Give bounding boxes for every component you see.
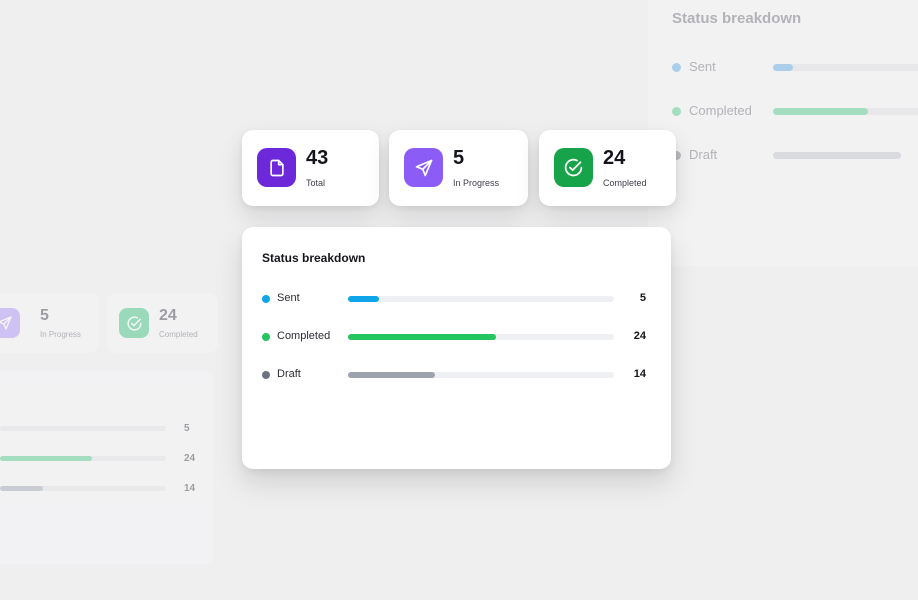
stat-caption: Total (306, 178, 326, 188)
background-stat-value: 24 (159, 307, 177, 324)
progress-fill (0, 486, 43, 491)
background-row-value: 24 (184, 453, 196, 464)
background-breakdown-title: Status breakdown (672, 10, 802, 27)
send-icon (404, 148, 443, 187)
send-icon (0, 308, 20, 338)
progress-track (348, 334, 614, 340)
background-stat-value: 5 (40, 307, 49, 324)
progress-fill (773, 152, 901, 159)
document-icon (257, 148, 296, 187)
stat-value: 5 (453, 147, 465, 169)
background-breakdown-panel-left: 5 24 14 (0, 371, 214, 564)
status-dot (262, 371, 270, 379)
progress-fill (773, 108, 868, 115)
stat-value: 43 (306, 147, 329, 169)
progress-track (0, 456, 166, 461)
status-label: Draft (277, 368, 301, 380)
background-row-value: 5 (184, 423, 190, 434)
stat-card-in-progress[interactable]: 5 In Progress (389, 130, 528, 206)
progress-fill (348, 372, 435, 378)
status-label: Completed (277, 330, 331, 342)
background-card-in-progress: 5 In Progress (0, 293, 99, 353)
background-left-row-draft: 14 (0, 483, 200, 495)
background-left-row-completed: 24 (0, 453, 200, 465)
progress-track (348, 372, 614, 378)
progress-track (0, 486, 166, 491)
progress-fill (0, 456, 92, 461)
progress-fill (348, 334, 496, 340)
background-stat-caption: Completed (159, 330, 198, 339)
progress-fill (348, 296, 379, 302)
background-row-sent: Sent (672, 57, 918, 77)
background-stat-caption: In Progress (40, 330, 81, 339)
status-row-draft[interactable]: Draft 14 (262, 367, 652, 383)
progress-track (0, 426, 166, 431)
stat-value: 24 (603, 147, 626, 169)
status-label: Sent (277, 292, 300, 304)
status-value: 14 (633, 368, 646, 380)
background-card-completed: 24 Completed (107, 293, 218, 353)
status-breakdown-panel: Status breakdown Sent 5 Completed 24 Dra… (242, 227, 671, 469)
background-row-label: Sent (689, 59, 716, 74)
stat-card-total[interactable]: 43 Total (242, 130, 379, 206)
background-row-draft: Draft (672, 145, 918, 165)
status-value: 5 (639, 292, 646, 304)
background-row-label: Completed (689, 103, 752, 118)
stat-caption: In Progress (453, 178, 500, 188)
progress-track (773, 64, 918, 71)
check-circle-icon (119, 308, 149, 338)
status-value: 24 (633, 330, 646, 342)
status-row-sent[interactable]: Sent 5 (262, 291, 652, 307)
stat-caption: Completed (603, 178, 647, 188)
progress-track (773, 108, 918, 115)
background-row-completed: Completed (672, 101, 918, 121)
status-dot (672, 107, 681, 116)
progress-track (773, 152, 918, 159)
progress-fill (773, 64, 793, 71)
check-circle-icon (554, 148, 593, 187)
background-left-row-sent: 5 (0, 423, 200, 435)
background-breakdown-panel-right: Status breakdown Sent Completed Draft (648, 0, 918, 266)
status-dot (262, 295, 270, 303)
background-row-value: 14 (184, 483, 196, 494)
status-row-completed[interactable]: Completed 24 (262, 329, 652, 345)
background-row-label: Draft (689, 147, 718, 162)
progress-track (348, 296, 614, 302)
status-dot (262, 333, 270, 341)
stat-card-completed[interactable]: 24 Completed (539, 130, 676, 206)
status-dot (672, 63, 681, 72)
panel-title: Status breakdown (262, 251, 366, 265)
